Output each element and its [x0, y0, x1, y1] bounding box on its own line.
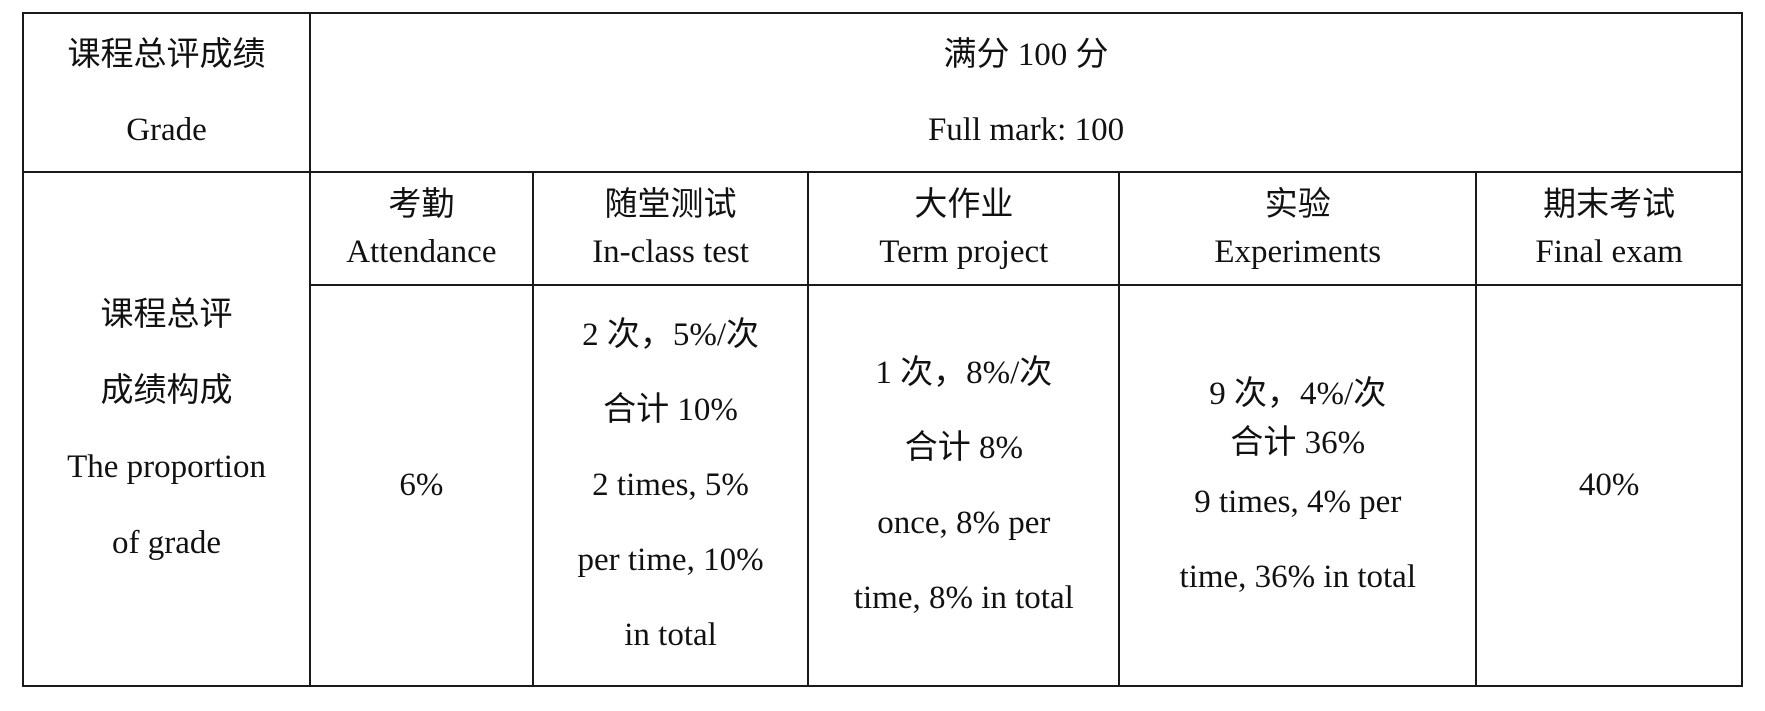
detail-final-exam: 40%: [1475, 284, 1743, 687]
proportion-label-line: The proportion: [67, 448, 266, 485]
proportion-label-cell: 课程总评 成绩构成 The proportion of grade: [21, 171, 312, 687]
full-mark-en: Full mark: 100: [927, 111, 1125, 148]
detail-in-class-test: 2 次，5%/次 合计 10% 2 times, 5% per time, 10…: [531, 284, 810, 687]
grade-label-en: Grade: [126, 111, 207, 148]
detail-line: 9 times, 4% per: [1194, 483, 1402, 520]
component-header-row: 课程总评 成绩构成 The proportion of grade 考勤 Att…: [21, 171, 1743, 687]
detail-attendance: 6%: [309, 284, 534, 687]
grade-composition-table: 课程总评成绩 Grade 满分 100 分 Full mark: 100 课程总…: [21, 12, 1743, 687]
detail-line: 40%: [1578, 467, 1640, 503]
detail-line: time, 8% in total: [853, 579, 1074, 616]
detail-line: 1 次，8%/次: [875, 354, 1053, 391]
proportion-label-line: 成绩构成: [100, 372, 233, 409]
header-in-class-test: 随堂测试 In-class test: [531, 171, 810, 286]
component-name-zh: 实验: [1264, 186, 1331, 223]
grade-row: 课程总评成绩 Grade 满分 100 分 Full mark: 100: [21, 12, 1743, 173]
component-name-en: Final exam: [1535, 233, 1683, 270]
component-name-zh: 考勤: [388, 186, 455, 223]
component-name-zh: 随堂测试: [604, 186, 737, 223]
proportion-label-line: 课程总评: [100, 296, 233, 333]
component-name-en: In-class test: [592, 233, 749, 270]
component-name-en: Term project: [879, 233, 1049, 270]
detail-line: 2 times, 5%: [592, 467, 749, 503]
detail-line: 合计 8%: [904, 429, 1023, 466]
detail-line: 合计 36%: [1230, 424, 1366, 461]
full-mark-cell: 满分 100 分 Full mark: 100: [309, 12, 1743, 173]
header-final-exam: 期末考试 Final exam: [1475, 171, 1743, 286]
component-name-zh: 期末考试: [1543, 186, 1676, 223]
detail-line: once, 8% per: [877, 504, 1051, 541]
detail-line: in total: [624, 617, 717, 653]
detail-term-project: 1 次，8%/次 合计 8% once, 8% per time, 8% in …: [807, 284, 1121, 687]
header-term-project: 大作业 Term project: [807, 171, 1121, 286]
component-name-zh: 大作业: [914, 186, 1014, 223]
detail-line: 合计 10%: [603, 392, 738, 428]
component-name-en: Attendance: [346, 233, 497, 270]
grade-label-zh: 课程总评成绩: [67, 36, 266, 73]
full-mark-zh: 满分 100 分: [943, 36, 1109, 73]
grade-label-cell: 课程总评成绩 Grade: [21, 12, 312, 173]
detail-line: 9 次，4%/次: [1209, 375, 1387, 412]
proportion-label-line: of grade: [112, 524, 222, 561]
detail-line: per time, 10%: [577, 542, 764, 578]
detail-line: time, 36% in total: [1179, 558, 1416, 595]
header-experiments: 实验 Experiments: [1118, 171, 1478, 286]
header-attendance: 考勤 Attendance: [309, 171, 534, 286]
detail-experiments: 9 次，4%/次 合计 36% 9 times, 4% per time, 36…: [1118, 284, 1478, 687]
detail-line: 2 次，5%/次: [582, 317, 759, 353]
detail-line: 6%: [399, 467, 444, 503]
component-name-en: Experiments: [1214, 233, 1382, 270]
